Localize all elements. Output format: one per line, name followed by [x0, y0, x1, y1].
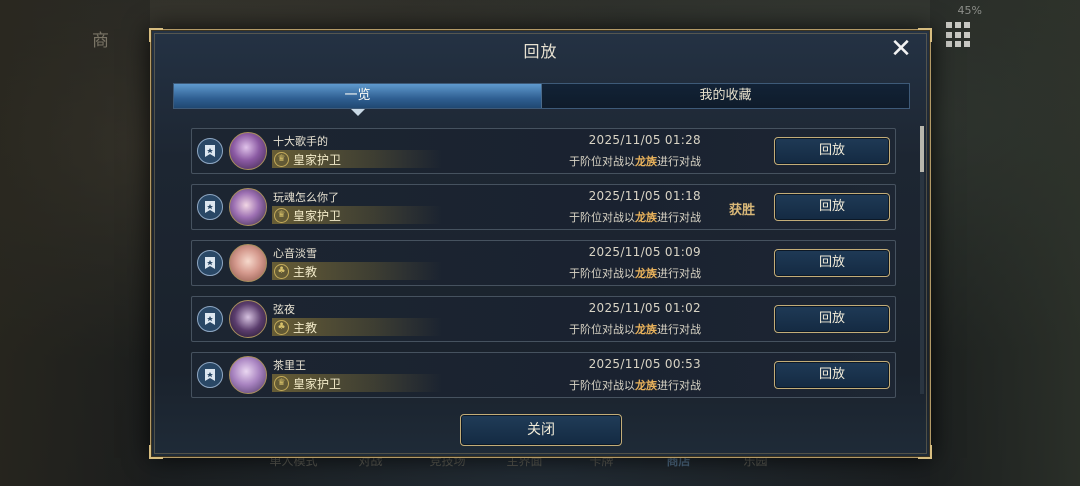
avatar	[229, 300, 267, 338]
bookmark-icon[interactable]	[197, 362, 223, 388]
match-description: 于阶位对战以龙族进行对战	[569, 379, 701, 392]
match-datetime: 2025/11/05 01:18	[588, 189, 701, 203]
tab-pointer-icon	[350, 109, 365, 116]
tab-overview-label: 一览	[344, 88, 371, 103]
bookmark-icon[interactable]	[197, 250, 223, 276]
grid-menu-icon[interactable]	[946, 22, 972, 48]
rank-label: 主教	[293, 265, 318, 279]
replay-button[interactable]: 回放	[774, 249, 890, 277]
rank-badge: ♛ 皇家护卫	[272, 374, 442, 392]
rank-badge: ♣ 主教	[272, 318, 442, 336]
match-description: 于阶位对战以龙族进行对战	[569, 155, 701, 168]
list-item: 心音淡雪 ♣ 主教 2025/11/05 01:09 于阶位对战以龙族进行对战 …	[191, 240, 896, 286]
tab-overview[interactable]: 一览	[174, 84, 541, 116]
tab-favorites[interactable]: 我的收藏	[541, 84, 909, 108]
replay-dialog: 回放 ✕ 一览 我的收藏 十大歌手的 ♛ 皇家护卫 2025/11/05 01:…	[149, 28, 932, 459]
crown-icon: ♛	[274, 376, 289, 391]
list-item: 茶里王 ♛ 皇家护卫 2025/11/05 00:53 于阶位对战以龙族进行对战…	[191, 352, 896, 398]
list-item: 玩魂怎么你了 ♛ 皇家护卫 2025/11/05 01:18 于阶位对战以龙族进…	[191, 184, 896, 230]
close-button[interactable]: 关闭	[460, 414, 622, 446]
replay-button[interactable]: 回放	[774, 137, 890, 165]
list-item: 弦夜 ♣ 主教 2025/11/05 01:02 于阶位对战以龙族进行对战 回放	[191, 296, 896, 342]
replay-button[interactable]: 回放	[774, 193, 890, 221]
match-description: 于阶位对战以龙族进行对战	[569, 211, 701, 224]
bookmark-icon[interactable]	[197, 138, 223, 164]
rank-label: 皇家护卫	[293, 153, 342, 167]
dialog-title: 回放	[523, 42, 558, 61]
player-name: 茶里王	[273, 359, 306, 372]
scroll-thumb[interactable]	[920, 126, 924, 172]
match-datetime: 2025/11/05 01:02	[588, 301, 701, 315]
crown-icon: ♛	[274, 208, 289, 223]
tab-favorites-label: 我的收藏	[699, 88, 752, 103]
leaf-icon: ♣	[274, 264, 289, 279]
player-name: 玩魂怎么你了	[273, 191, 339, 204]
replay-list[interactable]: 十大歌手的 ♛ 皇家护卫 2025/11/05 01:28 于阶位对战以龙族进行…	[191, 128, 896, 408]
rank-badge: ♛ 皇家护卫	[272, 206, 442, 224]
close-icon[interactable]: ✕	[888, 36, 914, 62]
list-item: 十大歌手的 ♛ 皇家护卫 2025/11/05 01:28 于阶位对战以龙族进行…	[191, 128, 896, 174]
player-name: 心音淡雪	[273, 247, 317, 260]
rank-label: 皇家护卫	[293, 377, 342, 391]
match-description: 于阶位对战以龙族进行对战	[569, 323, 701, 336]
background-left	[0, 0, 150, 486]
avatar	[229, 356, 267, 394]
replay-button[interactable]: 回放	[774, 361, 890, 389]
avatar	[229, 188, 267, 226]
match-description: 于阶位对战以龙族进行对战	[569, 267, 701, 280]
avatar	[229, 244, 267, 282]
tab-bar: 一览 我的收藏	[173, 83, 910, 116]
crown-icon: ♛	[274, 152, 289, 167]
battery-status: 45%	[957, 4, 982, 17]
leaf-icon: ♣	[274, 320, 289, 335]
player-name: 弦夜	[273, 303, 295, 316]
match-datetime: 2025/11/05 00:53	[588, 357, 701, 371]
bookmark-icon[interactable]	[197, 194, 223, 220]
shop-label: 商	[92, 31, 109, 51]
match-datetime: 2025/11/05 01:28	[588, 133, 701, 147]
rank-badge: ♣ 主教	[272, 262, 442, 280]
replay-button[interactable]: 回放	[774, 305, 890, 333]
rank-badge: ♛ 皇家护卫	[272, 150, 442, 168]
player-name: 十大歌手的	[273, 135, 328, 148]
bookmark-icon[interactable]	[197, 306, 223, 332]
background-right	[930, 0, 1080, 486]
rank-label: 皇家护卫	[293, 209, 342, 223]
match-result: 获胜	[728, 203, 755, 218]
avatar	[229, 132, 267, 170]
rank-label: 主教	[293, 321, 318, 335]
match-datetime: 2025/11/05 01:09	[588, 245, 701, 259]
scrollbar[interactable]	[920, 126, 924, 394]
